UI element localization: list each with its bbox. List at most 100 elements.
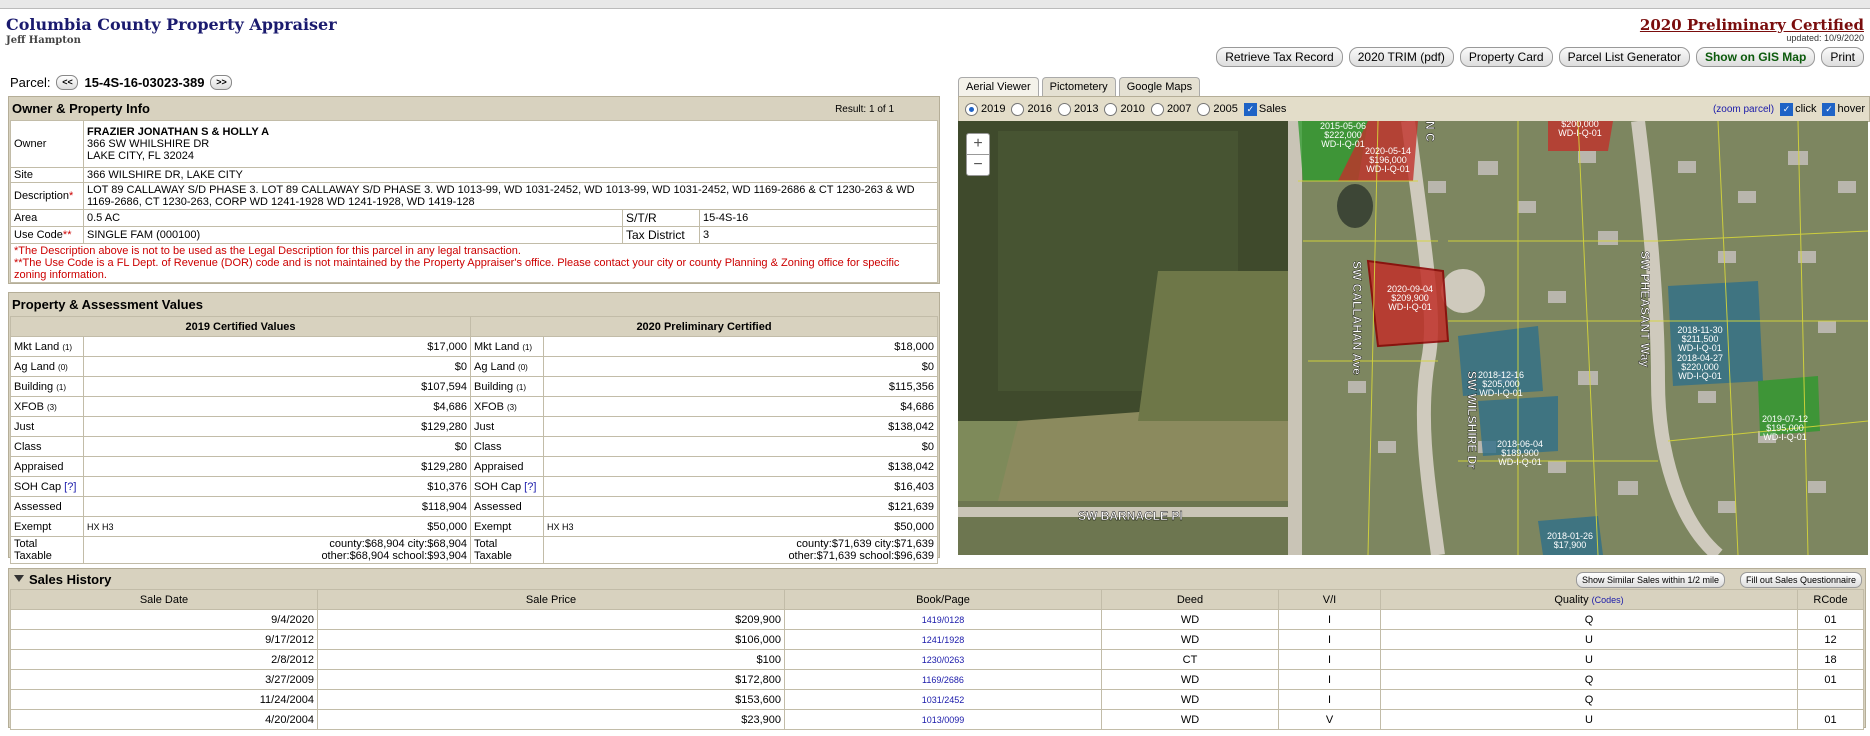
- sales-checkbox[interactable]: ✓: [1243, 102, 1257, 116]
- map-tabs: Aerial Viewer Pictometery Google Maps: [958, 77, 1201, 96]
- value-2020: $138,042: [543, 456, 938, 477]
- vi: I: [1278, 669, 1381, 690]
- year-label: 2016: [1027, 103, 1052, 115]
- col-vi: V/I: [1278, 589, 1381, 610]
- book-page-link[interactable]: 1419/0128: [784, 609, 1102, 630]
- book-page-link[interactable]: 1241/1928: [784, 629, 1102, 650]
- year-label: 2005: [1213, 103, 1238, 115]
- year-radio-2016[interactable]: [1011, 102, 1025, 116]
- sale-date: 4/20/2004: [10, 709, 318, 730]
- svg-text:WD-I-Q-01: WD-I-Q-01: [1388, 302, 1432, 312]
- quality: Q: [1380, 689, 1798, 710]
- hover-checkbox[interactable]: ✓: [1822, 102, 1836, 116]
- taxable-2020: county:$71,639 city:$71,639 other:$71,639…: [543, 536, 938, 564]
- deed: WD: [1101, 669, 1279, 690]
- zoom-in-button[interactable]: +: [966, 133, 990, 155]
- owner-table: Owner FRAZIER JONATHAN S & HOLLY A 366 S…: [10, 120, 938, 283]
- year-radio-2005[interactable]: [1197, 102, 1211, 116]
- value-2020: $0: [543, 356, 938, 377]
- tab-google-maps[interactable]: Google Maps: [1118, 77, 1201, 96]
- similar-sales-button[interactable]: Show Similar Sales within 1/2 mile: [1575, 572, 1725, 588]
- deed: WD: [1101, 709, 1279, 730]
- value-row: Assessed $118,904 Assessed $121,639: [10, 496, 938, 517]
- str-label: S/T/R: [622, 209, 700, 227]
- property-card-button[interactable]: Property Card: [1459, 47, 1553, 67]
- book-page-link[interactable]: 1169/2686: [784, 669, 1102, 690]
- taxable-row: Total Taxable county:$68,904 city:$68,904…: [10, 536, 938, 564]
- value-row: Just $129,280 Just $138,042: [10, 416, 938, 437]
- col-2020-header: 2020 Preliminary Certified: [470, 316, 938, 337]
- zoom-parcel-link[interactable]: (zoom parcel): [1713, 104, 1774, 115]
- value-label: Just: [470, 416, 544, 437]
- toolbar: Retrieve Tax Record 2020 TRIM (pdf) Prop…: [1216, 47, 1864, 67]
- result-count: Result: 1 of 1: [835, 104, 894, 115]
- exempt-label: Exempt: [470, 516, 544, 537]
- tab-pictometery[interactable]: Pictometery: [1041, 77, 1116, 96]
- quality: Q: [1380, 609, 1798, 630]
- vi: I: [1278, 649, 1381, 670]
- collapse-triangle-icon[interactable]: [14, 575, 24, 582]
- click-checkbox[interactable]: ✓: [1780, 102, 1794, 116]
- hover-label: hover: [1837, 103, 1865, 115]
- sale-date: 9/4/2020: [10, 609, 318, 630]
- sale-date: 9/17/2012: [10, 629, 318, 650]
- year-radio-2019[interactable]: [965, 102, 978, 116]
- value-2020: $4,686: [543, 396, 938, 417]
- table-row: 4/20/2004 $23,900 1013/0099 WD V U 01: [10, 709, 1864, 730]
- next-parcel-button[interactable]: >>: [210, 75, 233, 90]
- print-button[interactable]: Print: [1821, 47, 1864, 67]
- sales-heading: Sales History: [29, 572, 112, 587]
- book-page-link[interactable]: 1013/0099: [784, 709, 1102, 730]
- owner-address-1: 366 SW WHILSHIRE DR: [87, 138, 210, 150]
- zoom-out-button[interactable]: −: [966, 154, 990, 176]
- year-label: 2010: [1120, 103, 1145, 115]
- deed: CT: [1101, 649, 1279, 670]
- col-quality: Quality (Codes): [1380, 589, 1798, 610]
- sales-questionnaire-button[interactable]: Fill out Sales Questionnaire: [1739, 572, 1862, 588]
- codes-link[interactable]: (Codes): [1592, 595, 1624, 605]
- description-value: LOT 89 CALLAWAY S/D PHASE 3. LOT 89 CALL…: [83, 182, 938, 210]
- road-label: SW PHEASANT Way: [1638, 251, 1652, 368]
- aerial-map[interactable]: 2015-05-06 $222,000 WD-I-Q-01 2020-05-14 $1…: [958, 121, 1868, 555]
- site-label: Site: [10, 167, 84, 183]
- value-label: Mkt Land (1): [10, 336, 84, 357]
- preliminary-certified-link[interactable]: 2020 Preliminary Certified: [1640, 16, 1864, 34]
- parcel-list-generator-button[interactable]: Parcel List Generator: [1558, 47, 1690, 67]
- show-on-gis-map-button[interactable]: Show on GIS Map: [1695, 47, 1816, 67]
- sale-date: 3/27/2009: [10, 669, 318, 690]
- tab-aerial-viewer[interactable]: Aerial Viewer: [958, 77, 1039, 96]
- road-label: N C: [1423, 121, 1437, 142]
- soh-help-link[interactable]: [?]: [524, 481, 536, 493]
- table-row: 11/24/2004 $153,600 1031/2452 WD I Q: [10, 689, 1864, 710]
- col-rcode: RCode: [1797, 589, 1864, 610]
- use-code-disclaimer: **The Use Code is a FL Dept. of Revenue …: [14, 257, 900, 281]
- rcode: 12: [1797, 629, 1864, 650]
- tax-district-label: Tax District: [622, 226, 700, 244]
- value-label: Appraised: [10, 456, 84, 477]
- sale-price: $209,900: [317, 609, 785, 630]
- exempt-2020: HX H3 $50,000: [543, 516, 938, 537]
- disclaimer-notes: *The Description above is not to be used…: [10, 243, 938, 283]
- year-radio-2007[interactable]: [1150, 102, 1164, 116]
- sale-price: $23,900: [317, 709, 785, 730]
- area-label: Area: [10, 209, 84, 227]
- col-book-page: Book/Page: [784, 589, 1102, 610]
- prev-parcel-button[interactable]: <<: [56, 75, 79, 90]
- retrieve-tax-record-button[interactable]: Retrieve Tax Record: [1216, 47, 1343, 67]
- owner-address-2: LAKE CITY, FL 32024: [87, 150, 195, 162]
- year-radio-2010[interactable]: [1104, 102, 1118, 116]
- soh-help-link[interactable]: [?]: [64, 481, 76, 493]
- value-label: Ag Land (0): [10, 356, 84, 377]
- vi: I: [1278, 629, 1381, 650]
- value-2020: $0: [543, 436, 938, 457]
- values-heading: Property & Assessment Values: [12, 297, 203, 312]
- book-page-link[interactable]: 1230/0263: [784, 649, 1102, 670]
- year-radio-2013[interactable]: [1057, 102, 1071, 116]
- value-label: Building (1): [470, 376, 544, 397]
- value-label: Class: [470, 436, 544, 457]
- trim-pdf-button[interactable]: 2020 TRIM (pdf): [1348, 47, 1454, 67]
- str-value: 15-4S-16: [699, 209, 938, 227]
- road-label: SW CALLAHAN Ave: [1350, 261, 1364, 375]
- updated-date: updated: 10/9/2020: [1786, 33, 1864, 43]
- book-page-link[interactable]: 1031/2452: [784, 689, 1102, 710]
